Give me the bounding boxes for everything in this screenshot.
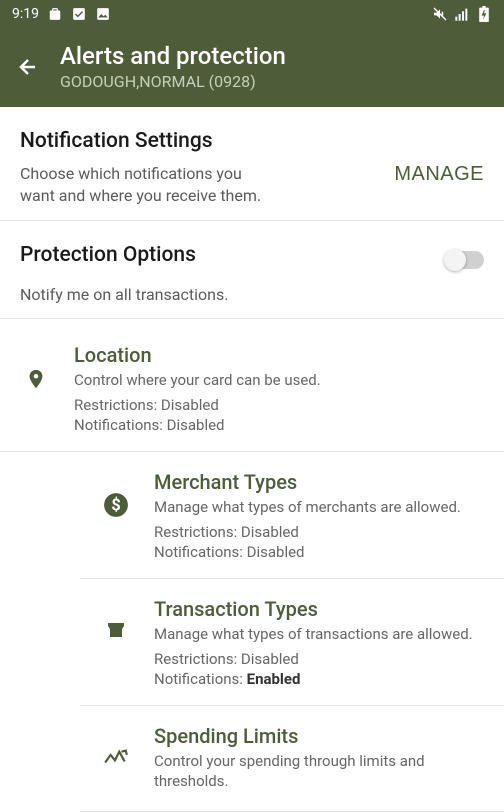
page-title: Alerts and protection (60, 42, 286, 70)
back-button[interactable] (16, 55, 40, 79)
list-item-location[interactable]: Location Control where your card can be u… (0, 325, 504, 452)
list-item-merchant-types[interactable]: $ Merchant Types Manage what types of merc… (80, 452, 504, 579)
status-right (432, 6, 492, 22)
svg-text:$: $ (111, 496, 120, 515)
notification-settings-title: Notification Settings (20, 129, 484, 153)
item-notifications: Notifications: Disabled (154, 542, 484, 562)
item-desc: Manage what types of transactions are al… (154, 625, 484, 645)
item-notifications: Notifications: Disabled (74, 415, 484, 435)
notify-all-label: Notify me on all transactions. (20, 285, 484, 304)
item-content: Merchant Types Manage what types of merch… (154, 470, 484, 562)
transaction-types-icon (100, 597, 132, 689)
item-desc: Manage what types of merchants are allow… (154, 498, 484, 518)
status-left: 9:19 (12, 6, 111, 22)
toggle-knob (444, 249, 466, 271)
protection-options-title: Protection Options (20, 243, 196, 267)
spending-limits-icon (100, 724, 132, 795)
location-icon (20, 343, 52, 435)
page-subtitle: GODOUGH,NORMAL (0928) (60, 72, 286, 91)
item-restrictions: Restrictions: Disabled (74, 395, 484, 415)
item-title: Merchant Types (154, 470, 484, 494)
item-restrictions: Restrictions: Disabled (154, 649, 484, 669)
manage-button[interactable]: MANAGE (394, 163, 484, 186)
item-desc: Control your spending through limits and… (154, 752, 484, 791)
item-restrictions: Restrictions: Disabled (154, 522, 484, 542)
bag-icon (47, 6, 63, 22)
header-text: Alerts and protection GODOUGH,NORMAL (09… (60, 42, 286, 91)
check-icon (71, 6, 87, 22)
notification-settings-desc: Choose which notifications you want and … (20, 163, 280, 206)
protection-options-section: Protection Options Notify me on all tran… (0, 221, 504, 319)
item-title: Spending Limits (154, 724, 484, 748)
battery-charging-icon (476, 6, 492, 22)
list-item-spending-limits[interactable]: Spending Limits Control your spending thr… (80, 706, 504, 812)
notification-settings-section: Notification Settings Choose which notif… (0, 107, 504, 221)
merchant-types-icon: $ (100, 470, 132, 562)
item-title: Location (74, 343, 484, 367)
mute-icon (432, 6, 448, 22)
status-time: 9:19 (12, 6, 39, 22)
item-desc: Control where your card can be used. (74, 371, 484, 391)
status-bar: 9:19 (0, 0, 504, 28)
item-content: Spending Limits Control your spending thr… (154, 724, 484, 795)
image-icon (95, 6, 111, 22)
item-notifications: Notifications: Enabled (154, 669, 484, 689)
item-content: Location Control where your card can be u… (74, 343, 484, 435)
app-header: Alerts and protection GODOUGH,NORMAL (09… (0, 28, 504, 107)
list-item-transaction-types[interactable]: Transaction Types Manage what types of tr… (80, 579, 504, 706)
signal-icon (454, 6, 470, 22)
item-title: Transaction Types (154, 597, 484, 621)
notify-all-toggle[interactable] (446, 251, 484, 269)
item-content: Transaction Types Manage what types of tr… (154, 597, 484, 689)
